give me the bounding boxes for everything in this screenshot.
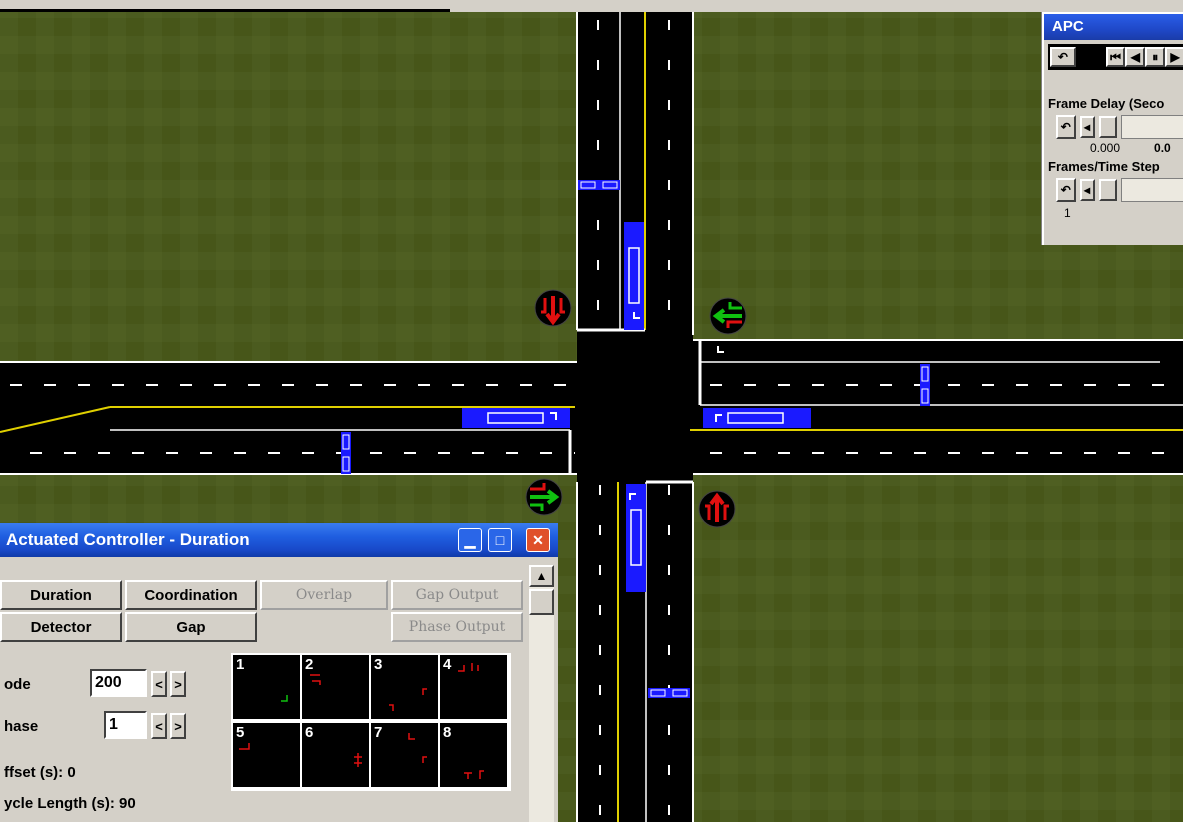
- phase-cell[interactable]: 6: [302, 723, 369, 787]
- scroll-up-button[interactable]: ▲: [529, 565, 554, 587]
- apc-title: APC: [1044, 14, 1183, 40]
- phase-next-button[interactable]: >: [170, 713, 186, 739]
- frames-slider-track[interactable]: [1120, 178, 1183, 202]
- maximize-button[interactable]: □: [488, 528, 512, 552]
- phase-cell[interactable]: 5: [233, 723, 300, 787]
- detector-east-advance: [920, 364, 930, 406]
- tab-detector[interactable]: Detector: [0, 612, 122, 642]
- phase-cell[interactable]: 4: [440, 655, 507, 719]
- detector-west-stop: [462, 408, 570, 428]
- skip-start-icon[interactable]: ⏮: [1105, 47, 1126, 67]
- frame-delay-left-arrow-icon[interactable]: ◂: [1079, 116, 1095, 138]
- actuated-controller-window: Actuated Controller - Duration ▁ □ ✕ Dur…: [0, 523, 558, 822]
- step-back-icon[interactable]: ◀: [1125, 47, 1146, 67]
- detector-east-stop: [703, 408, 811, 428]
- signal-east-icon: [709, 297, 747, 335]
- phase-8-arrow-icon: [464, 770, 484, 779]
- close-button[interactable]: ✕: [526, 528, 550, 552]
- tab-coordination[interactable]: Coordination: [125, 580, 257, 610]
- apc-panel: APC ↶ ⏮ ◀ ⏸ ▶ Frame Delay (Seco ↶ ◂ 0.00…: [1042, 12, 1183, 245]
- phase-cell[interactable]: 8: [440, 723, 507, 787]
- tab-duration[interactable]: Duration: [0, 580, 122, 610]
- play-icon[interactable]: ▶: [1165, 47, 1183, 67]
- vertical-scrollbar[interactable]: ▲: [529, 565, 554, 822]
- minimize-button[interactable]: ▁: [458, 528, 482, 552]
- node-next-button[interactable]: >: [170, 671, 186, 697]
- reset-icon[interactable]: ↶: [1050, 47, 1076, 67]
- signal-south-icon: [698, 490, 736, 528]
- frames-left-arrow-icon[interactable]: ◂: [1079, 179, 1095, 201]
- frames-min: 1: [1064, 206, 1071, 220]
- frame-delay-max: 0.0: [1154, 141, 1171, 155]
- apc-toolbar: ↶ ⏮ ◀ ⏸ ▶: [1048, 44, 1183, 70]
- phase-cell[interactable]: 1: [233, 655, 300, 719]
- offset-label: ffset (s): 0: [4, 764, 76, 781]
- frame-delay-slider-thumb[interactable]: [1098, 116, 1117, 138]
- detector-south-advance: [648, 688, 690, 698]
- phase-diagram: 1 2 3 4 5 6 7 8: [231, 653, 511, 791]
- signal-north-icon: [534, 289, 572, 327]
- signal-west-icon: [525, 478, 563, 516]
- phase-prev-button[interactable]: <: [151, 713, 167, 739]
- node-prev-button[interactable]: <: [151, 671, 167, 697]
- phase-cell[interactable]: 3: [371, 655, 438, 719]
- frame-delay-label: Frame Delay (Seco: [1048, 96, 1165, 111]
- frames-reset-icon[interactable]: ↶: [1056, 178, 1076, 202]
- phase-6-arrow-icon: [354, 753, 362, 767]
- scroll-thumb[interactable]: [529, 589, 554, 615]
- frames-slider-thumb[interactable]: [1098, 179, 1117, 201]
- phase-cell[interactable]: 2: [302, 655, 369, 719]
- tab-gap[interactable]: Gap: [125, 612, 257, 642]
- phase-2-arrow-icon: [310, 674, 321, 685]
- cycle-length-label: ycle Length (s): 90: [4, 795, 136, 812]
- frames-per-step-label: Frames/Time Step: [1048, 159, 1160, 174]
- phase-3-arrow-icon: [389, 688, 427, 711]
- frame-delay-min: 0.000: [1090, 141, 1121, 155]
- phase-1-arrow-icon: [281, 695, 288, 702]
- phase-label: hase: [4, 718, 39, 735]
- phase-5-arrow-icon: [239, 743, 250, 750]
- detector-south-stop: [626, 484, 646, 592]
- pause-icon[interactable]: ⏸: [1145, 47, 1166, 67]
- phase-cell[interactable]: 7: [371, 723, 438, 787]
- frame-delay-slider-track[interactable]: [1120, 115, 1183, 139]
- detector-west-advance: [341, 432, 351, 474]
- phase-input[interactable]: 1: [104, 711, 147, 739]
- tab-overlap[interactable]: Overlap: [260, 580, 388, 610]
- frame-delay-reset-icon[interactable]: ↶: [1056, 115, 1076, 139]
- node-input[interactable]: 200: [90, 669, 147, 697]
- node-label: ode: [4, 676, 31, 693]
- tab-gap-output[interactable]: Gap Output: [391, 580, 523, 610]
- phase-4-arrow-icon: [458, 663, 479, 672]
- tab-phase-output[interactable]: Phase Output: [391, 612, 523, 642]
- phase-7-arrow-icon: [408, 733, 427, 763]
- detector-north-advance: [578, 180, 620, 190]
